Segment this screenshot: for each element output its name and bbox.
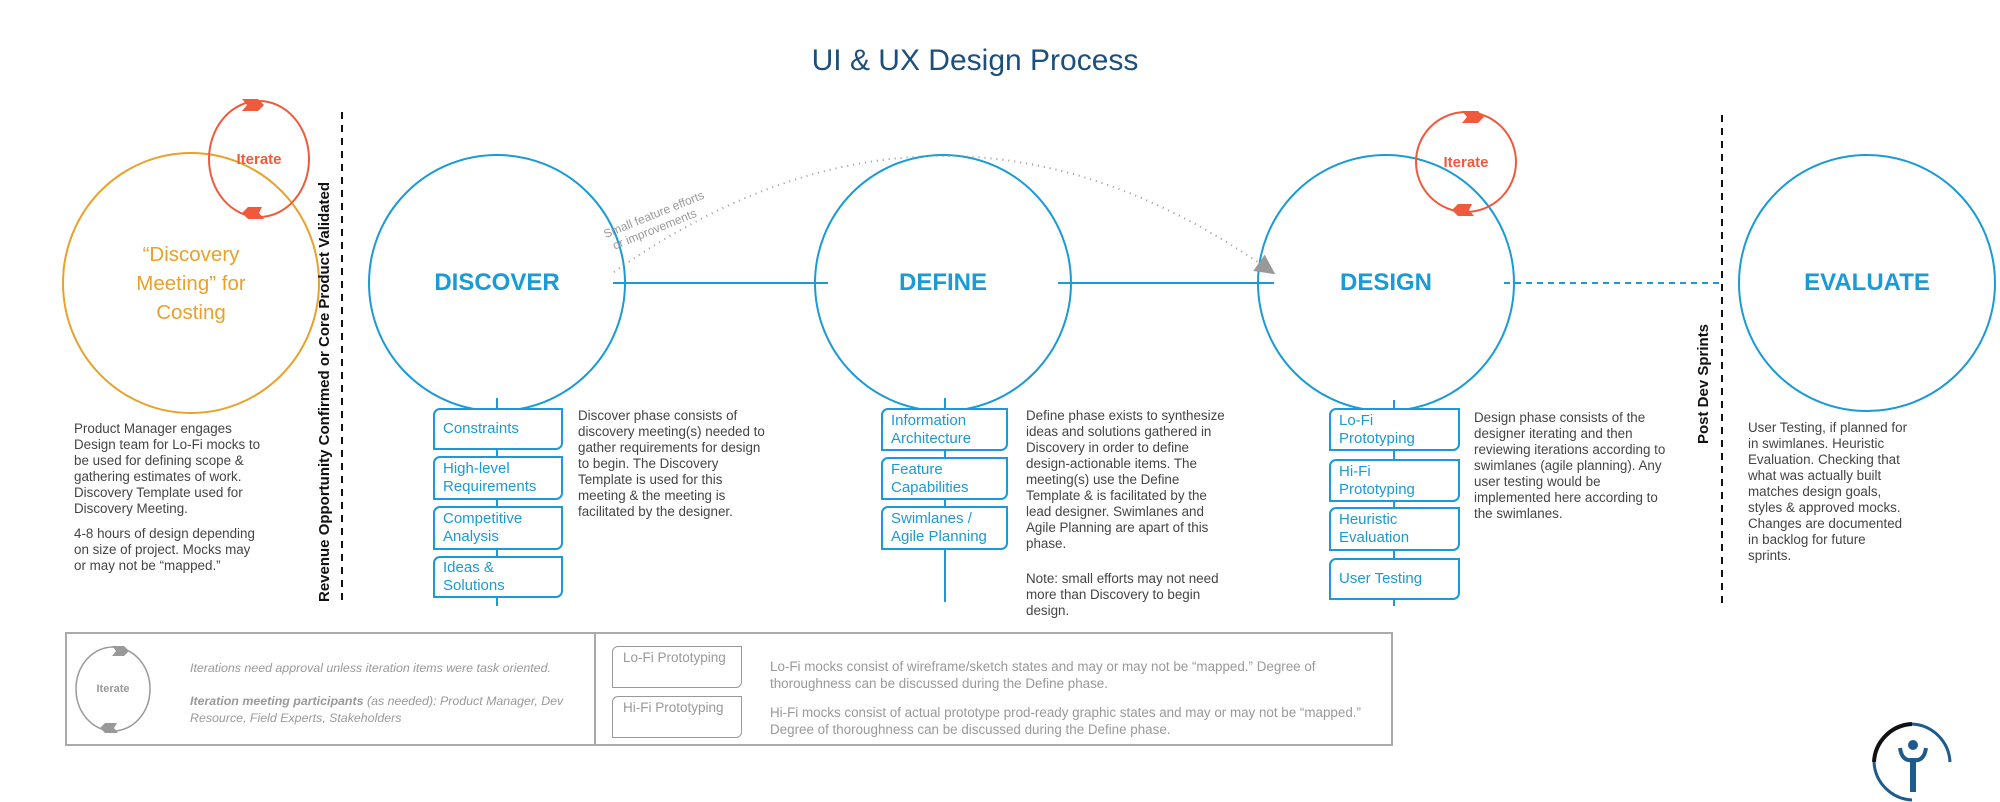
gate-right-label: Post Dev Sprints — [1695, 323, 1712, 444]
costing-description: Product Manager engages Design team for … — [74, 421, 261, 516]
design-item: Heuristic Evaluation — [1329, 507, 1460, 551]
define-item: Swimlanes / Agile Planning — [881, 506, 1008, 550]
legend-lofi-text: Lo-Fi mocks consist of wireframe/sketch … — [770, 659, 1316, 691]
define-label: DEFINE — [898, 269, 987, 296]
define-item: Information Architecture — [881, 408, 1008, 451]
design-label: DESIGN — [1339, 269, 1432, 296]
legend-lofi-box: Lo-Fi Prototyping — [612, 646, 742, 688]
iterate-arrow-bottom-design — [1452, 204, 1474, 216]
costing-hours-note: 4-8 hours of design depending on size of… — [74, 526, 255, 573]
discover-description: Discover phase consists of discovery mee… — [578, 408, 765, 519]
legend-participants-heading: Iteration meeting participants — [190, 694, 364, 708]
iterate-label: Iterate — [236, 150, 282, 168]
design-iterate-label: Iterate — [1443, 153, 1489, 171]
design-description: Design phase consists of the designer it… — [1474, 410, 1666, 521]
discover-item: High-level Requirements — [433, 456, 563, 500]
define-description: Define phase exists to synthesize ideas … — [1026, 408, 1225, 551]
design-item: User Testing — [1329, 558, 1460, 600]
discover-item: Constraints — [433, 408, 563, 450]
iterate-arrow-top-design — [1462, 111, 1484, 123]
legend-hifi-text: Hi-Fi mocks consist of actual prototype … — [770, 705, 1361, 737]
logo — [1872, 722, 1952, 802]
discover-item: Ideas & Solutions — [433, 556, 563, 598]
define-item: Feature Capabilities — [881, 457, 1008, 500]
page-title: UI & UX Design Process — [811, 44, 1139, 77]
evaluate-description: User Testing, if planned for in swimlane… — [1748, 420, 1908, 563]
legend-iterate-label: Iterate — [96, 683, 130, 695]
gate-left-label: Revenue Opportunity Confirmed or Core Pr… — [316, 181, 333, 602]
design-item: Hi-Fi Prototyping — [1329, 459, 1460, 502]
legend-participants: Iteration meeting participants (as neede… — [190, 693, 585, 727]
design-item: Lo-Fi Prototyping — [1329, 408, 1460, 451]
discover-item: Competitive Analysis — [433, 506, 563, 550]
legend-approval-note: Iterations need approval unless iteratio… — [190, 661, 551, 675]
shortcut-arrow — [613, 155, 1276, 275]
discover-label: DISCOVER — [434, 269, 560, 296]
legend-hifi-box: Hi-Fi Prototyping — [612, 696, 742, 738]
costing-circle-label: “Discovery Meeting” for Costing — [136, 242, 246, 324]
legend-divider — [594, 632, 596, 746]
evaluate-label: EVALUATE — [1804, 269, 1930, 296]
define-note: Note: small efforts may not need more th… — [1026, 571, 1219, 618]
